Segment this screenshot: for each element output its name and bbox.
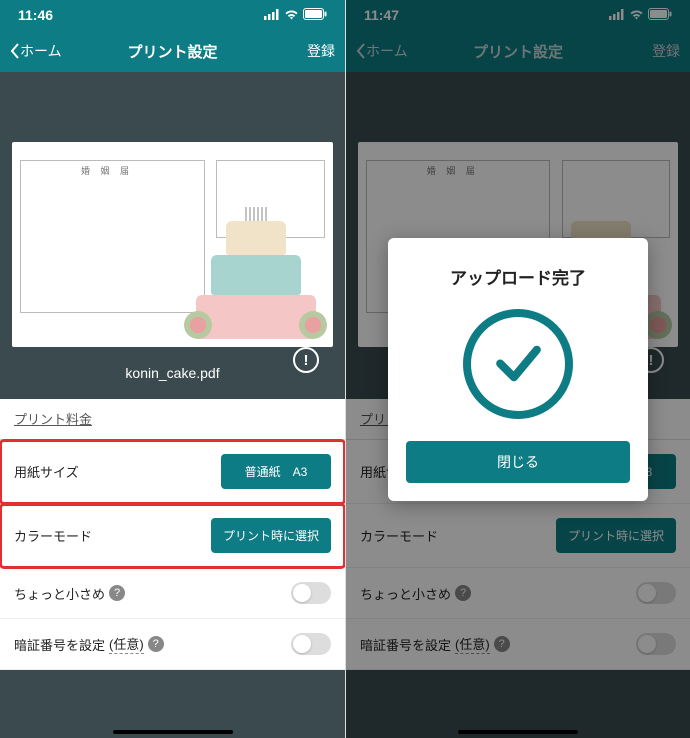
- register-button[interactable]: 登録: [307, 41, 335, 61]
- paper-size-row[interactable]: 用紙サイズ 普通紙 A3: [0, 440, 345, 504]
- cake-illustration: [188, 184, 323, 339]
- status-bar: 11:46: [0, 0, 345, 30]
- settings-panel: プリント料金 用紙サイズ 普通紙 A3 カラーモード プリント時に選択 ちょっと…: [0, 399, 345, 670]
- phone-right: 11:47 ホーム プリント設定 登録 婚 姻 届 !: [345, 0, 690, 738]
- pin-toggle-row: 暗証番号を設定 (任意) ?: [0, 619, 345, 670]
- price-link-row: プリント料金: [0, 399, 345, 440]
- pin-optional: (任意): [109, 634, 144, 654]
- help-icon[interactable]: ?: [148, 636, 164, 652]
- page-title: プリント設定: [127, 41, 217, 62]
- chevron-left-icon: [10, 43, 20, 59]
- back-button[interactable]: ホーム: [10, 41, 62, 61]
- status-indicators: [264, 7, 327, 23]
- battery-icon: [303, 7, 327, 23]
- nav-bar: ホーム プリント設定 登録: [0, 30, 345, 72]
- phone-left: 11:46 ホーム プリント設定 登録 婚 姻 届: [0, 0, 345, 738]
- paper-size-button[interactable]: 普通紙 A3: [221, 454, 331, 489]
- modal-title: アップロード完了: [406, 264, 630, 289]
- smaller-toggle-row: ちょっと小さめ ?: [0, 568, 345, 619]
- back-label: ホーム: [20, 41, 62, 61]
- paper-size-label: 用紙サイズ: [14, 462, 79, 481]
- preview-area: 婚 姻 届 konin_cake.pdf !: [0, 72, 345, 399]
- pin-toggle[interactable]: [291, 633, 331, 655]
- file-name: konin_cake.pdf: [125, 365, 219, 381]
- file-name-row: konin_cake.pdf !: [12, 353, 333, 393]
- pin-label: 暗証番号を設定: [14, 635, 105, 654]
- document-preview[interactable]: 婚 姻 届: [12, 142, 333, 347]
- document-inner-title: 婚 姻 届: [81, 164, 133, 177]
- color-mode-button[interactable]: プリント時に選択: [211, 518, 331, 553]
- info-icon[interactable]: !: [293, 347, 319, 373]
- smaller-label: ちょっと小さめ: [14, 584, 105, 603]
- smaller-toggle[interactable]: [291, 582, 331, 604]
- color-mode-row[interactable]: カラーモード プリント時に選択: [0, 504, 345, 568]
- check-circle-icon: [463, 309, 573, 419]
- modal-overlay: アップロード完了 閉じる: [346, 0, 690, 738]
- price-link[interactable]: プリント料金: [14, 412, 92, 427]
- color-mode-label: カラーモード: [14, 526, 92, 545]
- wifi-icon: [284, 7, 299, 23]
- home-indicator[interactable]: [113, 730, 233, 734]
- help-icon[interactable]: ?: [109, 585, 125, 601]
- modal-close-button[interactable]: 閉じる: [406, 441, 630, 483]
- home-indicator[interactable]: [458, 730, 578, 734]
- signal-icon: [264, 7, 280, 23]
- upload-complete-modal: アップロード完了 閉じる: [388, 238, 648, 501]
- status-time: 11:46: [18, 7, 53, 23]
